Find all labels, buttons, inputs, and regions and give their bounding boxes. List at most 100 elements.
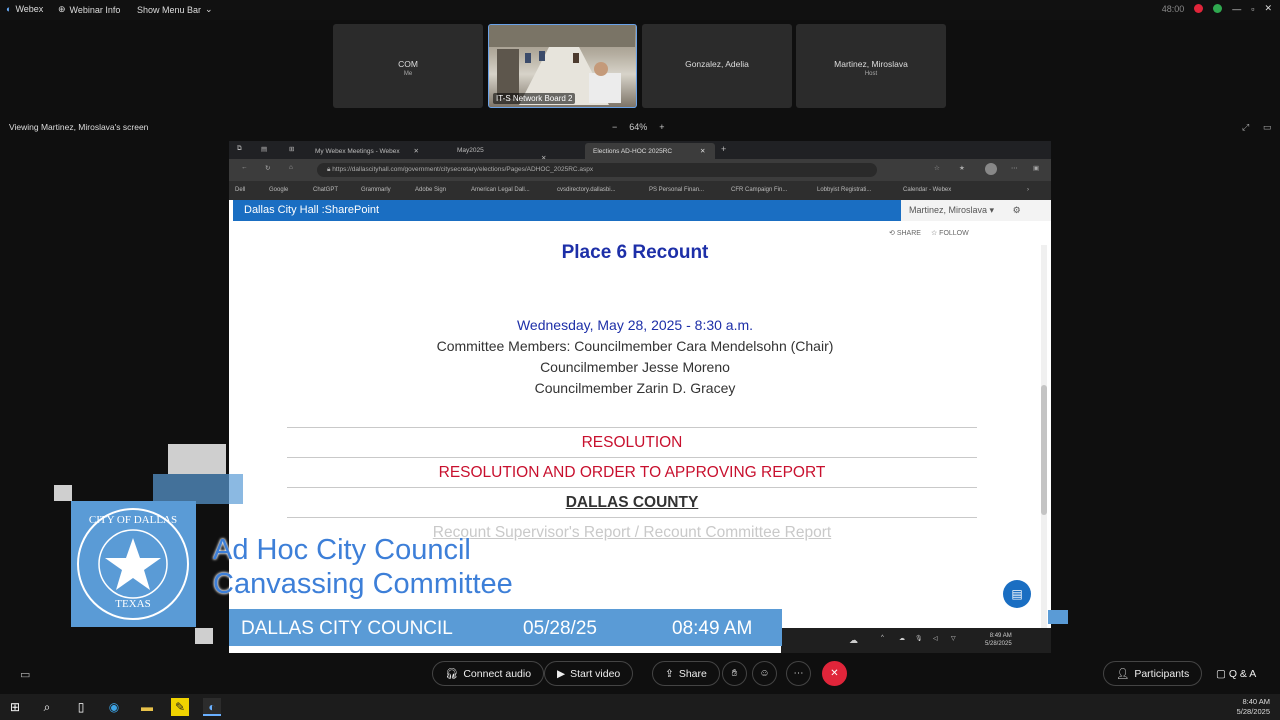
edge-icon[interactable]: ◉: [105, 698, 123, 716]
bookmark-chatgpt[interactable]: ChatGPT: [313, 187, 338, 193]
maximize-icon[interactable]: ▫: [1251, 4, 1254, 14]
browser-menu-icon[interactable]: ⊞: [289, 145, 294, 153]
chat-widget-button[interactable]: ▤: [991, 578, 1041, 613]
bookmark-grammarly[interactable]: Grammarly: [361, 187, 391, 193]
bookmark-campaign-finance[interactable]: CFR Campaign Fin...: [731, 187, 787, 193]
tab-close-icon[interactable]: ✕: [413, 148, 418, 155]
share-icon: ⇪: [665, 667, 674, 680]
committee-member: Councilmember Zarin D. Gracey: [534, 380, 736, 396]
qa-button[interactable]: ▢ Q & A: [1216, 668, 1256, 680]
screen-options-icon[interactable]: ▭: [1263, 122, 1272, 133]
windows-start-icon[interactable]: ⊞: [6, 698, 24, 716]
search-icon[interactable]: ⌕: [38, 698, 56, 716]
zoom-out-button[interactable]: −: [612, 122, 617, 132]
favorites-icon[interactable]: ☆: [934, 164, 940, 172]
smile-icon: ☺: [759, 668, 770, 679]
url-input[interactable]: 🔒︎ https://dallascityhall.com/government…: [317, 163, 877, 177]
participant-tile-martinez[interactable]: Martinez, Miroslava Host: [796, 24, 946, 108]
webex-taskbar-icon[interactable]: ◐: [203, 698, 221, 716]
webex-top-bar: ◐ Webex ⊕ Webinar Info Show Menu Bar ⌄ 4…: [0, 0, 1280, 20]
bookmark-adobe-sign[interactable]: Adobe Sign: [415, 187, 446, 193]
zoom-in-button[interactable]: +: [659, 122, 664, 132]
more-icon[interactable]: ⋯: [1011, 164, 1018, 172]
scroll-thumb[interactable]: [1041, 385, 1047, 515]
home-icon[interactable]: ⌂: [289, 164, 293, 171]
bookmark-american-legal[interactable]: American Legal Dall...: [471, 187, 530, 193]
close-icon[interactable]: ✕: [1264, 3, 1272, 14]
sticky-notes-icon[interactable]: ✎: [171, 698, 189, 716]
city-of-dallas-seal: CITY OF DALLAS TEXAS: [77, 508, 189, 620]
participant-tile-video[interactable]: IT-S Network Board 2: [488, 24, 637, 108]
viewing-label: Viewing Martinez, Miroslava's screen: [9, 122, 149, 132]
page-scrollbar[interactable]: [1041, 245, 1047, 645]
bookmark-google[interactable]: Google: [269, 187, 288, 193]
reactions-button[interactable]: ☺: [752, 661, 777, 686]
shared-clock-time: 8:49 AM: [989, 633, 1012, 639]
browser-address-bar: ← ↻ ⌂ 🔒︎ https://dallascityhall.com/gove…: [229, 159, 1051, 181]
zoom-level: 64%: [629, 122, 648, 132]
bookmark-lobbyist[interactable]: Lobbyist Registrati...: [817, 187, 871, 193]
webinar-info-button[interactable]: ⊕ Webinar Info: [58, 4, 120, 15]
sidebar-icon[interactable]: ▣: [1033, 164, 1039, 172]
bookmark-personal-finance[interactable]: PS Personal Finan...: [649, 187, 704, 193]
browser-tab-may2025[interactable]: May2025 ✕: [449, 143, 579, 162]
user-menu[interactable]: Martinez, Miroslava ▾: [909, 205, 994, 215]
sharepoint-header[interactable]: Dallas City Hall :SharePoint: [233, 200, 901, 221]
bookmark-dell[interactable]: Dell: [235, 187, 245, 193]
decorative-square: [153, 474, 243, 504]
chevron-right-icon[interactable]: ›: [1027, 187, 1029, 193]
broadcast-title: Ad Hoc City Council Canvassing Committee: [213, 534, 513, 600]
webex-app-menu[interactable]: ◐ Webex: [6, 4, 43, 14]
leave-meeting-button[interactable]: ✕: [822, 661, 847, 686]
start-video-button[interactable]: ▶︎ Start video: [544, 661, 634, 686]
committee-members: Committee Members: Councilmember Cara Me…: [436, 338, 834, 354]
shared-screen-taskbar: ☁ ^ ☁ 🎙︎ ◁ ▽ 8:49 AM 5/28/2025: [781, 628, 1051, 653]
collections-icon[interactable]: ★: [959, 164, 965, 172]
raise-hand-button[interactable]: ✋︎: [722, 661, 747, 686]
globe-icon: ⊕: [58, 4, 66, 14]
ticker-org: DALLAS CITY COUNCIL: [241, 618, 453, 639]
more-options-button[interactable]: ⋯: [786, 661, 811, 686]
system-clock[interactable]: 8:40 AM 5/28/2025: [1237, 697, 1270, 717]
file-icon[interactable]: ▯: [72, 698, 90, 716]
share-button[interactable]: ⇪ Share: [652, 661, 720, 686]
decorative-square: [54, 485, 72, 501]
browser-tab-elections[interactable]: Elections AD-HOC 2025RC ✕: [585, 143, 715, 159]
new-tab-button[interactable]: +: [721, 144, 726, 154]
participant-tile-gonzalez[interactable]: Gonzalez, Adelia: [642, 24, 792, 108]
folder-icon[interactable]: ▬: [138, 698, 156, 716]
reload-icon[interactable]: ↻: [265, 164, 270, 172]
bookmark-cvsdirectory[interactable]: cvsdirectory.dallasbi...: [557, 187, 616, 193]
tray-icon: ☁: [899, 636, 905, 642]
tab-actions-icon[interactable]: ▤: [261, 145, 267, 153]
gear-icon[interactable]: ⚙: [1013, 205, 1021, 215]
bookmark-calendar[interactable]: Calendar - Webex: [903, 187, 951, 193]
popout-icon[interactable]: ⤢: [1242, 122, 1249, 133]
show-menu-bar-button[interactable]: Show Menu Bar ⌄: [137, 4, 213, 15]
seal-top-text: CITY OF DALLAS: [88, 514, 178, 526]
weather-icon: ☁: [849, 635, 858, 645]
browser-tab-strip: ⧉ ▤ ⊞ My Webex Meetings - Webex ✕ May202…: [229, 141, 1051, 162]
timer: 48:00: [1161, 3, 1185, 14]
connect-audio-button[interactable]: 🎧︎ Connect audio: [432, 661, 545, 686]
share-button[interactable]: ⟲ SHARE: [889, 229, 921, 237]
shared-clock-date: 5/28/2025: [985, 641, 1012, 647]
follow-button[interactable]: ☆ FOLLOW: [931, 229, 969, 237]
tab-close-icon[interactable]: ✕: [700, 148, 705, 155]
profile-avatar[interactable]: [985, 163, 997, 175]
back-icon[interactable]: ←: [241, 164, 248, 171]
captions-icon[interactable]: ▭: [20, 668, 30, 681]
workspaces-icon[interactable]: ⧉: [237, 145, 242, 153]
browser-tab-webex[interactable]: My Webex Meetings - Webex ✕: [307, 143, 437, 159]
record-icon[interactable]: [1194, 4, 1204, 13]
status-icon[interactable]: [1213, 4, 1223, 13]
participant-tile-com[interactable]: COM Me: [333, 24, 483, 108]
audio-icon: 🎧︎: [445, 668, 459, 680]
webex-logo-icon: ◐: [6, 4, 12, 14]
minimize-icon[interactable]: —: [1232, 4, 1241, 14]
decorative-square: [168, 444, 226, 474]
decorative-square: [195, 628, 213, 644]
ticker-date: 05/28/25: [523, 618, 597, 639]
participants-button[interactable]: 👤︎ Participants: [1103, 661, 1203, 686]
agenda-row: RESOLUTION: [287, 427, 977, 457]
